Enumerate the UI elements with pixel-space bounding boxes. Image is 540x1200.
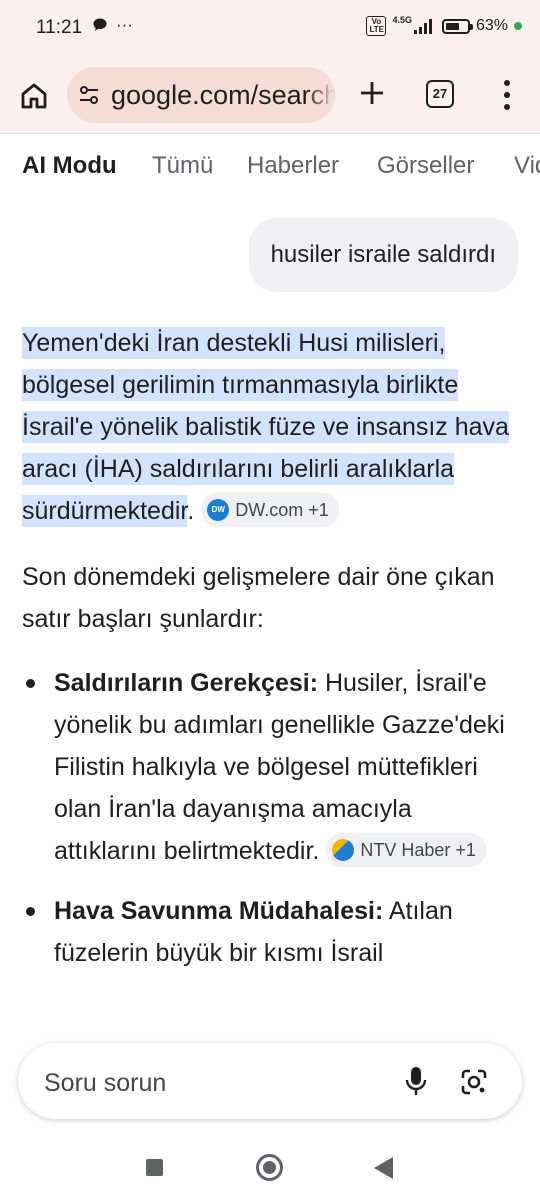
battery-icon <box>441 18 473 34</box>
source-chip-label: DW.com +1 <box>235 500 329 521</box>
source-chip-label: NTV Haber +1 <box>360 840 476 861</box>
status-bar: 11:21 ··· Vo LTE 4.5G 63% <box>0 0 540 56</box>
source-chip[interactable]: DW DW.com +1 <box>201 493 339 528</box>
home-nav-icon[interactable] <box>256 1154 283 1181</box>
tab-news[interactable]: Haberler <box>247 152 339 180</box>
answer-bullets: Saldırıların Gerekçesi: Husiler, İsrail'… <box>22 662 512 974</box>
answer-paragraph: Son dönemdeki gelişmelere dair öne çıkan… <box>22 563 495 633</box>
notification-icons: ··· <box>92 15 133 35</box>
user-query-bubble: husiler israile saldırdı <box>248 218 518 292</box>
tab-all[interactable]: Tümü <box>152 152 213 180</box>
network-type: 4.5G <box>392 15 412 25</box>
browser-toolbar: google.com/search 27 <box>0 56 540 134</box>
chat-bubble-icon <box>93 18 107 31</box>
google-lens-icon[interactable] <box>459 1067 489 1097</box>
ai-answer: Yemen'deki İran destekli Husi milisleri,… <box>22 322 512 992</box>
status-time: 11:21 <box>36 17 83 38</box>
privacy-indicator-dot <box>514 22 522 30</box>
signal-icon <box>413 18 432 34</box>
site-settings-icon[interactable] <box>77 83 101 107</box>
back-icon[interactable] <box>374 1157 393 1179</box>
tab-ai-mode[interactable]: AI Modu <box>22 152 117 180</box>
url-bar[interactable]: google.com/search <box>67 67 335 123</box>
search-mode-tabs: AI Modu Tümü Haberler Görseller Vid <box>0 134 540 198</box>
ask-input-box[interactable]: Soru sorun <box>18 1043 522 1119</box>
battery-percent: 63% <box>475 17 508 34</box>
microphone-icon[interactable] <box>404 1065 428 1097</box>
url-text: google.com/search <box>111 80 335 110</box>
bullet-title: Saldırıların Gerekçesi: <box>54 669 319 697</box>
ask-input-placeholder: Soru sorun <box>44 1069 167 1097</box>
list-item: Hava Savunma Müdahalesi: Atılan füzeleri… <box>22 890 512 974</box>
more-dots-icon: ··· <box>116 15 133 34</box>
list-item: Saldırıların Gerekçesi: Husiler, İsrail'… <box>22 662 512 872</box>
overflow-menu-icon[interactable] <box>500 80 514 110</box>
ntv-logo-icon <box>332 839 355 862</box>
system-icons: Vo LTE 4.5G 63% <box>366 15 522 36</box>
new-tab-icon[interactable] <box>357 78 387 108</box>
home-icon[interactable] <box>18 80 50 112</box>
source-chip[interactable]: NTV Haber +1 <box>326 833 486 868</box>
system-nav-bar <box>0 1130 540 1200</box>
answer-intro: Yemen'deki İran destekli Husi milisleri,… <box>22 322 512 532</box>
tab-images[interactable]: Görseller <box>377 152 474 180</box>
dw-logo-icon: DW <box>207 499 230 522</box>
volte-icon: Vo LTE <box>366 16 387 36</box>
tab-switcher-button[interactable]: 27 <box>426 80 454 108</box>
recents-icon[interactable] <box>146 1159 163 1176</box>
bullet-title: Hava Savunma Müdahalesi: <box>54 897 384 925</box>
tab-videos[interactable]: Vid <box>514 152 540 180</box>
